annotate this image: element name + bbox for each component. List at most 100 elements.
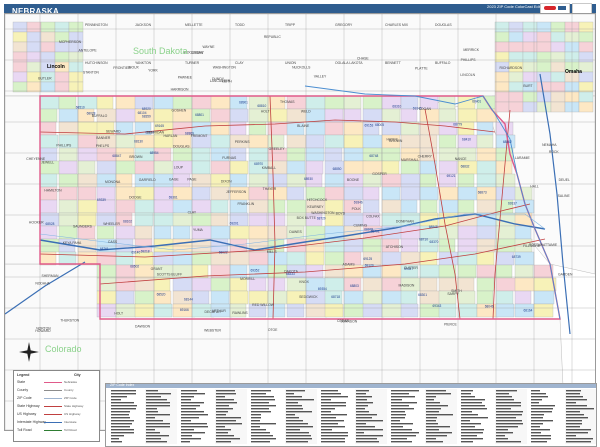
zip-label: 69352 <box>250 268 259 272</box>
zip-area <box>248 290 269 305</box>
county-label: WAYNE <box>202 45 215 49</box>
zip-area <box>229 251 253 266</box>
zip-label: 68520 <box>157 292 166 296</box>
zip-area <box>476 199 497 214</box>
zip-area <box>324 173 346 188</box>
index-entry <box>426 417 437 419</box>
index-entry <box>181 399 191 401</box>
zip-area <box>229 225 251 240</box>
zip-area <box>438 160 458 175</box>
zip-area <box>343 238 364 253</box>
county-label: TODD <box>235 23 245 27</box>
county-label: NANCE <box>455 157 468 161</box>
index-entry <box>391 420 400 422</box>
index-entry <box>496 438 508 440</box>
index-entry <box>531 429 550 431</box>
index-entry <box>251 414 261 416</box>
county-label: KIMBALL <box>262 166 276 170</box>
index-entry <box>111 390 136 392</box>
zip-area <box>476 290 494 305</box>
legend-swatch <box>44 430 62 431</box>
index-entry <box>356 396 372 398</box>
index-entry <box>426 432 452 434</box>
zip-area <box>39 108 58 123</box>
legend-row-value: State Highway <box>64 404 84 408</box>
county-label: YUMA <box>193 228 204 232</box>
zip-label: 68930 <box>304 177 313 181</box>
index-entry <box>181 429 194 431</box>
index-entry <box>321 393 341 395</box>
index-entry <box>286 429 300 431</box>
index-entry <box>286 426 313 428</box>
legend-swatch <box>44 390 62 391</box>
neighbor-zip-area <box>522 101 538 113</box>
county-label: NUCKOLLS <box>292 66 311 70</box>
county-label: LINCOLN <box>460 73 475 77</box>
zip-area <box>381 147 401 162</box>
zip-area <box>343 290 367 305</box>
zip-area <box>533 303 554 318</box>
index-entry <box>111 405 137 407</box>
zip-area <box>438 186 459 201</box>
index-entry <box>566 417 588 419</box>
index-entry <box>496 420 522 422</box>
zip-label: 68164 <box>524 308 533 312</box>
zip-area <box>514 290 532 305</box>
index-entry <box>531 405 555 407</box>
city-lincoln[interactable]: Lincoln <box>47 64 65 70</box>
county-label: ROCK <box>549 150 560 154</box>
index-entry <box>111 411 130 413</box>
county-label: KEARNEY <box>307 205 324 209</box>
legend-swatch <box>44 414 62 415</box>
neighbor-zip-area <box>536 51 552 63</box>
zip-area <box>210 277 231 292</box>
zip-area <box>419 134 438 149</box>
zip-area <box>514 277 536 292</box>
zip-label: 68710 <box>419 238 428 242</box>
county-label: RAWLINS <box>232 311 248 315</box>
zip-label: 68102 <box>123 220 132 224</box>
index-entry <box>461 423 481 425</box>
index-entry <box>251 438 276 440</box>
index-entry <box>461 393 471 395</box>
zip-area <box>267 277 286 292</box>
index-entry <box>356 432 364 434</box>
county-label: TURNER <box>185 61 200 65</box>
zip-area <box>419 186 439 201</box>
index-entry <box>496 435 505 437</box>
neighbor-zip-area <box>508 71 524 83</box>
index-entry <box>566 399 587 401</box>
index-entry <box>146 405 170 407</box>
county-label: KNOX <box>299 280 309 284</box>
county-label: HALL <box>530 185 539 189</box>
county-label: PHILLIPS <box>461 58 477 62</box>
index-entry <box>146 393 171 395</box>
map-poster: NEBRASKA 2023 ZIP Code ColorCast Edition <box>0 0 600 447</box>
index-entry <box>461 402 482 404</box>
city-omaha[interactable]: Omaha <box>565 69 582 75</box>
legend-row-label: ZIP Code <box>17 396 32 400</box>
county-label: GRANT <box>151 267 163 271</box>
county-label: CHARLES MIX <box>385 23 409 27</box>
zip-label: 68779 <box>453 123 462 127</box>
zip-area <box>248 134 271 149</box>
index-entry <box>111 423 132 425</box>
neighbor-zip-area <box>494 41 510 53</box>
county-label: POLK <box>352 207 362 211</box>
neighbor-zip-area <box>494 51 510 63</box>
index-entry <box>566 426 580 428</box>
zip-area <box>115 225 136 240</box>
index-entry <box>146 414 170 416</box>
zip-area <box>324 134 347 149</box>
county-label: JEWELL <box>41 160 54 164</box>
neighbor-zip-area <box>536 41 552 53</box>
neighbor-zip-area <box>550 81 566 93</box>
index-entry <box>286 414 295 416</box>
zip-area <box>324 277 345 292</box>
index-entry <box>216 408 233 410</box>
legend-row-label: US Highway <box>17 412 37 416</box>
zip-area <box>362 238 382 253</box>
index-entry <box>461 420 470 422</box>
zip-area <box>153 303 173 318</box>
index-entry <box>181 432 205 434</box>
